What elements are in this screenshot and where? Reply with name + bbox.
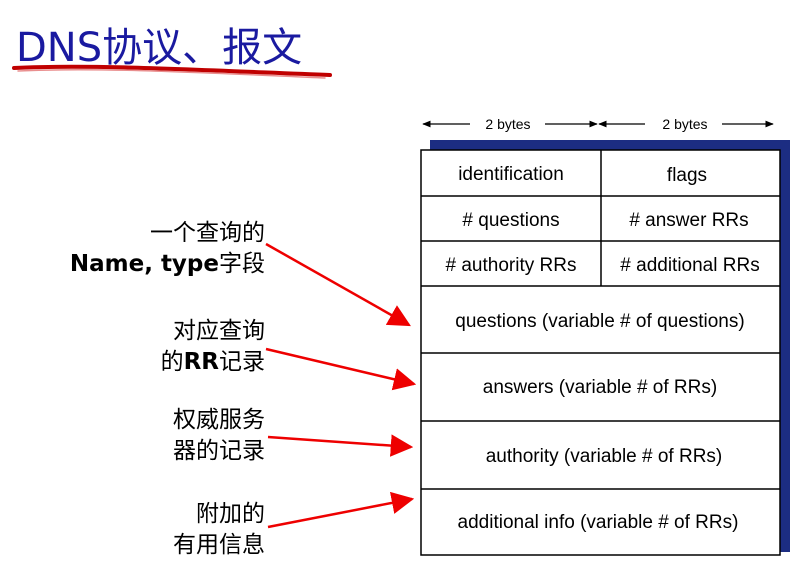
annotation-additional-info: 附加的 有用信息 (173, 499, 265, 561)
arrow-authority-records (267, 434, 414, 457)
annotation-answers-bold: RR (183, 349, 219, 375)
annotation-authority-line1: 权威服务 (173, 407, 265, 433)
arrow-query-to-questions (265, 242, 411, 327)
field-identification: identification (458, 164, 564, 185)
annotation-answer-records: 对应查询 的RR记录 (161, 316, 265, 378)
annotation-authority-line2: 器的记录 (173, 438, 265, 464)
dns-message-diagram: 2 bytes 2 bytes identification flags # q… (12, 64, 790, 556)
annotation-answers-prefix: 的 (160, 349, 184, 375)
section-additional: additional info (variable # of RRs) (458, 512, 739, 533)
annotation-authority-records: 权威服务 器的记录 (173, 405, 265, 467)
field-flags: flags (667, 165, 707, 186)
bytes-label-left: 2 bytes (485, 116, 530, 132)
field-additional-rrs: # additional RRs (620, 255, 759, 276)
field-answer-rrs: # answer RRs (629, 210, 748, 231)
box-shadow-top (430, 140, 780, 150)
annotation-additional-line1: 附加的 (196, 501, 265, 527)
annotation-query-line1: 一个查询的 (150, 220, 265, 246)
section-authority: authority (variable # of RRs) (486, 446, 723, 467)
annotation-query-line2: Name, type字段 (70, 249, 265, 280)
annotation-query-fields: 一个查询的 Name, type字段 (70, 218, 265, 280)
field-authority-rrs: # authority RRs (446, 255, 577, 276)
arrow-rr-to-answers (265, 347, 417, 391)
annotation-query-bold: Name, type (69, 251, 219, 277)
annotation-answers-line2: 的RR记录 (161, 347, 265, 378)
section-questions: questions (variable # of questions) (455, 311, 744, 332)
annotation-additional-line2: 有用信息 (173, 532, 265, 558)
box-shadow-right (780, 140, 790, 552)
annotation-answers-line1: 对应查询 (173, 318, 265, 344)
annotation-query-rest: 字段 (219, 251, 265, 277)
field-questions-count: # questions (462, 210, 559, 231)
bytes-label-right: 2 bytes (662, 116, 707, 132)
arrow-additional-info (267, 491, 415, 529)
section-answers: answers (variable # of RRs) (483, 377, 717, 398)
annotation-answers-rest: 记录 (219, 349, 265, 375)
